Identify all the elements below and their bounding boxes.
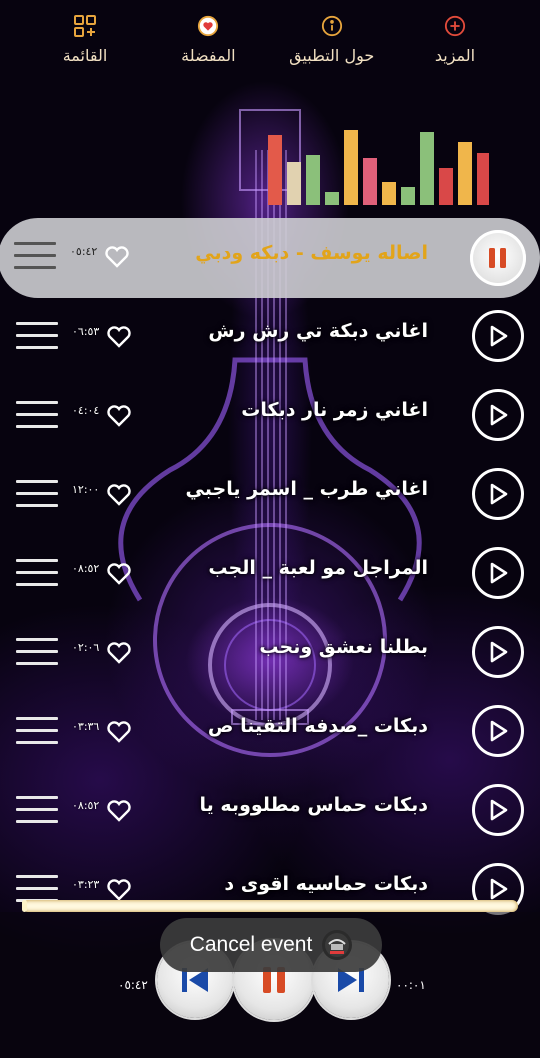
seek-bar-fill (22, 900, 27, 912)
favorite-heart-icon[interactable] (106, 325, 132, 349)
heart-circle-icon (196, 14, 220, 38)
eq-bar (420, 132, 434, 205)
toast-text: Cancel event (189, 933, 313, 956)
song-title: اغاني طرب _ اسمر ياجبي (185, 478, 428, 500)
nav-more-label: المزيد (434, 46, 476, 65)
pause-button[interactable] (470, 230, 526, 286)
song-row[interactable]: المراجل مو لعبة _ الجب ٠٨:٥٢ (0, 535, 540, 614)
drag-handle-icon[interactable] (14, 242, 56, 272)
equalizer-visualizer (268, 130, 489, 205)
song-title: دبكات حماسيه اقوى د (224, 873, 428, 895)
song-row[interactable]: اغاني دبكة تي رش رش ٠٦:٥٣ (0, 298, 540, 377)
song-duration: ٠٢:٠٦ (72, 641, 100, 654)
play-icon (490, 483, 508, 505)
nav-about-label: حول التطبيق (289, 46, 375, 65)
eq-bar (458, 142, 472, 205)
song-row[interactable]: اغاني طرب _ اسمر ياجبي ١٢:٠٠ (0, 456, 540, 535)
song-duration: ٠٦:٥٣ (72, 325, 100, 338)
top-navigation: القائمة المفضلة حول التطبيق المزيد (0, 0, 540, 84)
pause-icon (489, 248, 506, 268)
eq-bar (344, 130, 358, 205)
drag-handle-icon[interactable] (16, 480, 58, 510)
eq-bar (306, 155, 320, 205)
toast-message: Cancel event (160, 918, 382, 972)
drag-handle-icon[interactable] (16, 796, 58, 826)
play-icon (490, 720, 508, 742)
play-icon (490, 799, 508, 821)
play-button[interactable] (472, 468, 524, 520)
drag-handle-icon[interactable] (16, 717, 58, 747)
song-title: اغاني دبكة تي رش رش (208, 320, 428, 342)
song-title: اغاني زمر نار دبكات (241, 399, 428, 421)
song-duration: ٠٨:٥٢ (72, 562, 100, 575)
nav-favorites[interactable]: المفضلة (153, 0, 263, 65)
seek-bar[interactable] (22, 900, 518, 912)
song-duration: ٠٣:٣٦ (72, 720, 100, 733)
song-title: دبكات _صدفه التقينا ص (207, 715, 428, 737)
nav-more[interactable]: المزيد (400, 0, 510, 65)
play-button[interactable] (472, 784, 524, 836)
song-duration: ٠٤:٠٤ (72, 404, 100, 417)
favorite-heart-icon[interactable] (106, 720, 132, 744)
play-button[interactable] (472, 705, 524, 757)
drag-handle-icon[interactable] (16, 559, 58, 589)
song-row[interactable]: دبكات _صدفه التقينا ص ٠٣:٣٦ (0, 693, 540, 772)
drag-handle-icon[interactable] (16, 322, 58, 352)
eq-bar (287, 162, 301, 205)
favorite-heart-icon[interactable] (106, 641, 132, 665)
song-duration: ٠٣:٢٣ (72, 878, 100, 891)
play-icon (490, 404, 508, 426)
eq-bar (325, 192, 339, 205)
grid-add-icon (73, 14, 97, 38)
eq-bar (363, 158, 377, 205)
play-button[interactable] (472, 310, 524, 362)
play-icon (490, 641, 508, 663)
eq-bar (401, 187, 415, 205)
nav-menu-label: القائمة (62, 46, 108, 65)
song-row[interactable]: اغاني زمر نار دبكات ٠٤:٠٤ (0, 377, 540, 456)
current-time: ٠٠:٠١ (396, 978, 426, 992)
play-button[interactable] (472, 547, 524, 599)
eq-bar (382, 182, 396, 205)
song-title: دبكات حماس مطلووبه يا (199, 794, 428, 816)
info-icon (320, 14, 344, 38)
play-icon (490, 325, 508, 347)
eq-bar (268, 135, 282, 205)
play-button[interactable] (472, 626, 524, 678)
song-title: المراجل مو لعبة _ الجب (208, 557, 428, 579)
play-icon (490, 562, 508, 584)
song-row[interactable]: بطلنا نعشق ونحب ٠٢:٠٦ (0, 614, 540, 693)
favorite-heart-icon[interactable] (106, 404, 132, 428)
total-time: ٠٥:٤٢ (118, 978, 148, 992)
song-title: بطلنا نعشق ونحب (259, 636, 428, 658)
favorite-heart-icon[interactable] (106, 562, 132, 586)
song-duration: ١٢:٠٠ (72, 483, 100, 496)
favorite-heart-icon[interactable] (104, 245, 130, 269)
eq-bar (439, 168, 453, 205)
nav-menu[interactable]: القائمة (30, 0, 140, 65)
song-list: اصاله يوسف - دبكه ودبي ٠٥:٤٢ اغاني دبكة … (0, 218, 540, 930)
song-duration: ٠٨:٥٢ (72, 799, 100, 812)
drag-handle-icon[interactable] (16, 401, 58, 431)
song-title: اصاله يوسف - دبكه ودبي (195, 242, 428, 264)
nav-favorites-label: المفضلة (181, 46, 236, 65)
drag-handle-icon[interactable] (16, 638, 58, 668)
nav-about[interactable]: حول التطبيق (277, 0, 387, 65)
favorite-heart-icon[interactable] (106, 483, 132, 507)
plus-circle-icon (443, 14, 467, 38)
favorite-heart-icon[interactable] (106, 878, 132, 902)
song-duration: ٠٥:٤٢ (70, 245, 98, 258)
song-row-active[interactable]: اصاله يوسف - دبكه ودبي ٠٥:٤٢ (0, 218, 540, 298)
favorite-heart-icon[interactable] (106, 799, 132, 823)
play-button[interactable] (472, 389, 524, 441)
song-row[interactable]: دبكات حماس مطلووبه يا ٠٨:٥٢ (0, 772, 540, 851)
play-icon (490, 878, 508, 900)
eq-bar (477, 153, 489, 205)
app-avatar-icon (322, 930, 353, 960)
